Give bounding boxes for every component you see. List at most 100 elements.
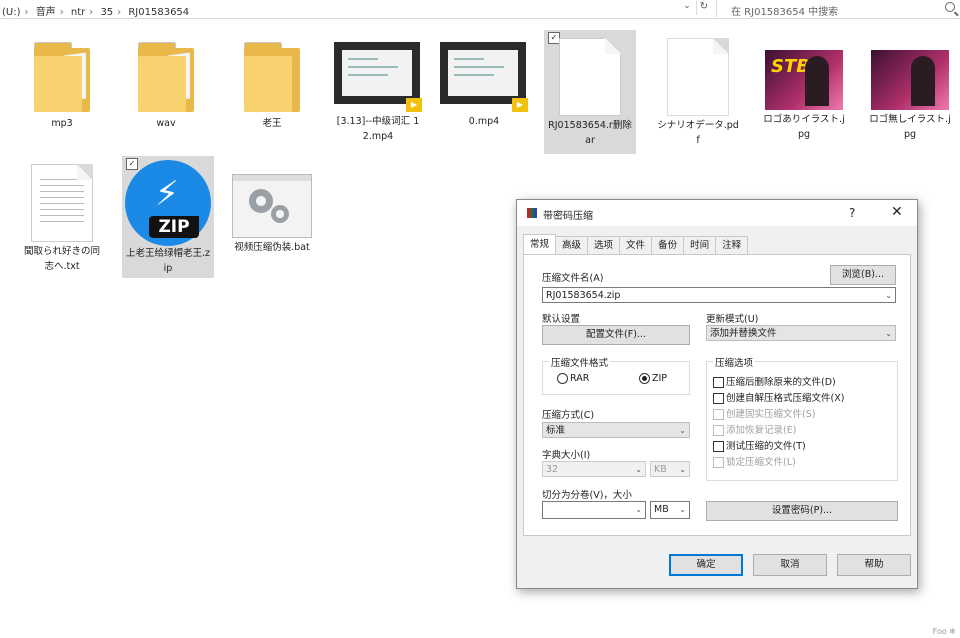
chevron-down-icon[interactable]: ⌄: [885, 288, 892, 304]
file-item-video-1[interactable]: ▶ [3.13]--中级词汇 12.mp4: [332, 30, 424, 144]
image-thumbnail: STB: [765, 50, 843, 110]
option-label: 创建固实压缩文件(S): [726, 409, 816, 420]
radio-indicator: [639, 373, 650, 384]
option-test[interactable]: 测试压缩的文件(T): [713, 438, 806, 452]
dialog-titlebar[interactable]: 带密码压缩 ? ✕: [517, 200, 917, 226]
compression-options-label: 压缩选项: [713, 355, 756, 369]
checkbox: [713, 441, 724, 452]
video-thumbnail-icon: ▶: [334, 42, 422, 112]
dialog-tabs: 常规 高级 选项 文件 备份 时间 注释: [523, 234, 749, 255]
ok-button[interactable]: 确定: [669, 554, 743, 576]
option-recovery: 添加恢复记录(E): [713, 422, 796, 436]
file-label: 视频压缩伪装.bat: [234, 242, 310, 253]
update-mode-select[interactable]: 添加并替换文件 ⌄: [706, 325, 896, 341]
split-volumes-label: 切分为分卷(V)，大小: [542, 490, 632, 501]
file-item-wav[interactable]: wav: [120, 30, 212, 131]
refresh-icon[interactable]: ↻: [696, 1, 711, 15]
file-label: mp3: [51, 118, 73, 129]
tab-options[interactable]: 选项: [587, 236, 621, 255]
search-icon: [945, 2, 955, 12]
update-mode-label: 更新模式(U): [706, 314, 759, 325]
tab-time[interactable]: 时间: [683, 236, 717, 255]
set-password-button[interactable]: 设置密码(P)...: [706, 501, 898, 521]
file-item-zip[interactable]: ✓ ⚡ ZIP 上老王给绿帽老王.zip: [122, 156, 214, 278]
chevron-down-icon[interactable]: ⌄: [885, 326, 892, 342]
gear-icon: [249, 189, 273, 213]
tab-backup[interactable]: 备份: [651, 236, 685, 255]
cancel-button[interactable]: 取消: [753, 554, 827, 576]
checkbox: [713, 377, 724, 388]
file-item-rar[interactable]: ✓ RJ01583654.r删除ar: [544, 30, 636, 154]
archive-name-label: 压缩文件名(A): [542, 273, 604, 284]
tab-comment[interactable]: 注释: [715, 236, 749, 255]
chevron-down-icon: ⌄: [679, 465, 686, 474]
bolt-icon: ⚡: [155, 174, 179, 214]
blank-document-icon: [559, 38, 621, 116]
file-item-video-2[interactable]: ▶ 0.mp4: [438, 30, 530, 129]
text-document-icon: [31, 164, 93, 242]
format-rar-radio[interactable]: RAR: [557, 373, 589, 384]
archive-name-field[interactable]: RJ01583654.zip ⌄: [542, 287, 896, 303]
help-button[interactable]: 帮助: [837, 554, 911, 576]
file-label: 0.mp4: [468, 116, 500, 127]
dictionary-unit-select: KB ⌄: [650, 461, 690, 477]
address-bar[interactable]: (U:) › 音声 › ntr › 35 › RJ01583654 ⌄ ↻ 在 RJ01…: [0, 0, 960, 19]
checkbox: [713, 409, 724, 420]
dictionary-size-select: 32 ⌄: [542, 461, 646, 477]
compression-method-label: 压缩方式(C): [542, 410, 595, 421]
breadcrumb[interactable]: (U:) › 音声 › ntr › 35 › RJ01583654: [2, 3, 193, 18]
tab-general[interactable]: 常规: [523, 234, 557, 255]
zip-archive-icon: ⚡ ZIP: [125, 160, 211, 246]
chevron-down-icon[interactable]: ⌄: [635, 502, 642, 518]
option-label: 测试压缩的文件(T): [726, 441, 806, 452]
file-label: [3.13]--中级词汇 12.mp4: [336, 116, 420, 142]
search-box[interactable]: 在 RJ01583654 中搜索: [716, 0, 960, 18]
chevron-down-icon[interactable]: ⌄: [679, 423, 686, 439]
crumb-folder[interactable]: RJ01583654: [128, 7, 189, 18]
help-icon[interactable]: ?: [849, 206, 855, 220]
selection-checkbox[interactable]: ✓: [126, 158, 138, 170]
checkbox: [713, 425, 724, 436]
browse-button[interactable]: 浏览(B)...: [830, 265, 896, 285]
file-item-image-nologo[interactable]: ロゴ無しイラスト.jpg: [864, 30, 956, 142]
file-item-txt[interactable]: 聞取られ好きの同志へ.txt: [16, 156, 108, 274]
chevron-down-icon[interactable]: ⌄: [680, 1, 694, 15]
file-item-image-logo[interactable]: STB ロゴありイラスト.jpg: [758, 30, 850, 142]
crumb-35[interactable]: 35: [100, 7, 113, 18]
close-icon[interactable]: ✕: [891, 204, 903, 220]
tab-advanced[interactable]: 高级: [555, 236, 589, 255]
file-item-pdf[interactable]: シナリオデータ.pdf: [652, 30, 744, 148]
folder-icon: [34, 40, 90, 114]
dictionary-size-label: 字典大小(I): [542, 450, 591, 461]
tab-files[interactable]: 文件: [619, 236, 653, 255]
crumb-voice[interactable]: 音声: [36, 7, 56, 18]
checkbox: [713, 457, 724, 468]
file-label: ロゴ無しイラスト.jpg: [869, 114, 951, 140]
option-label: 锁定压缩文件(L): [726, 457, 796, 468]
format-zip-radio[interactable]: ZIP: [639, 373, 667, 384]
archive-name-value: RJ01583654.zip: [546, 290, 621, 301]
compression-method-select[interactable]: 标准 ⌄: [542, 422, 690, 438]
option-delete-after[interactable]: 压缩后删除原来的文件(D): [713, 374, 836, 388]
archive-format-label: 压缩文件格式: [549, 355, 611, 369]
split-volumes-size[interactable]: ⌄: [542, 501, 646, 519]
file-label: 老王: [262, 118, 282, 129]
zip-icon-text: ZIP: [149, 216, 199, 238]
option-sfx[interactable]: 创建自解压格式压缩文件(X): [713, 390, 844, 404]
search-input[interactable]: 在 RJ01583654 中搜索: [731, 3, 838, 18]
split-unit-select[interactable]: MB ⌄: [650, 501, 690, 519]
file-item-bat[interactable]: 视频压缩伪装.bat: [226, 156, 318, 255]
folder-icon: [244, 40, 300, 114]
profiles-button[interactable]: 配置文件(F)...: [542, 325, 690, 345]
file-item-laowang[interactable]: 老王: [226, 30, 318, 131]
chevron-down-icon[interactable]: ⌄: [679, 502, 686, 518]
dialog-title: 带密码压缩: [543, 211, 593, 222]
file-item-mp3[interactable]: mp3: [16, 30, 108, 131]
crumb-ntr[interactable]: ntr: [71, 7, 85, 18]
file-label: ロゴありイラスト.jpg: [763, 114, 845, 140]
crumb-drive[interactable]: (U:): [2, 7, 21, 18]
pdf-document-icon: [667, 38, 729, 116]
option-label: 压缩后删除原来的文件(D): [726, 377, 836, 388]
chevron-right-icon: ›: [24, 7, 29, 18]
radio-indicator: [557, 373, 568, 384]
